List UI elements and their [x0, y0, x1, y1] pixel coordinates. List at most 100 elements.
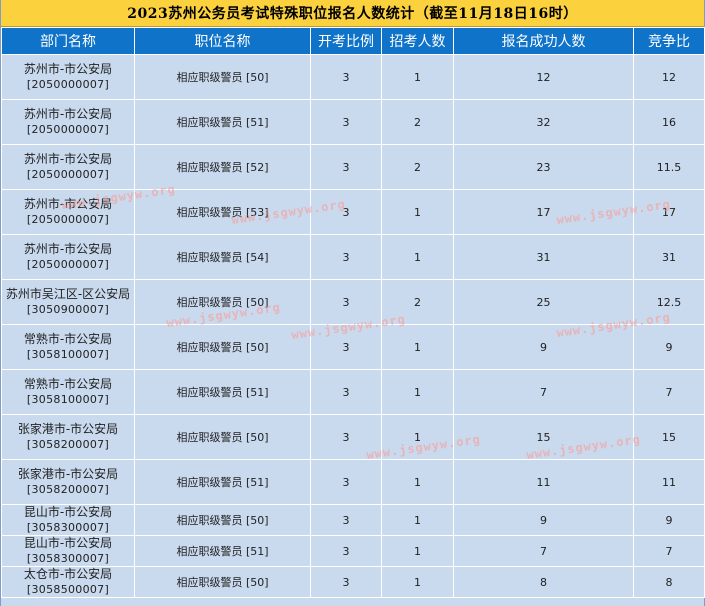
cell-competition-ratio[interactable]: 7 — [633, 369, 705, 415]
cell-exam-ratio[interactable]: 3 — [310, 324, 382, 370]
cell-position[interactable]: 相应职级警员 [50] — [134, 566, 311, 598]
cell-applicants[interactable]: 9 — [453, 504, 634, 536]
cell-recruit-count[interactable]: 2 — [381, 99, 454, 145]
cell-applicants[interactable]: 15 — [453, 414, 634, 460]
cell-exam-ratio[interactable]: 3 — [310, 189, 382, 235]
cell-applicants[interactable]: 11 — [453, 459, 634, 505]
cell-recruit-count[interactable]: 1 — [381, 234, 454, 280]
cell-competition-ratio[interactable]: 12 — [633, 54, 705, 100]
department-code: [3058100007] — [26, 393, 110, 406]
cell-department[interactable]: 苏州市-市公安局 [2050000007] — [1, 234, 135, 280]
cell-exam-ratio[interactable]: 3 — [310, 504, 382, 536]
cell-recruit-count[interactable]: 1 — [381, 414, 454, 460]
cell-position[interactable]: 相应职级警员 [50] — [134, 504, 311, 536]
cell-recruit-count[interactable]: 1 — [381, 566, 454, 598]
cell-position[interactable]: 相应职级警员 [54] — [134, 234, 311, 280]
cell-recruit-count[interactable]: 1 — [381, 535, 454, 567]
department-code: [2050000007] — [26, 123, 110, 136]
cell-competition-ratio[interactable]: 11 — [633, 459, 705, 505]
cell-position[interactable]: 相应职级警员 [51] — [134, 369, 311, 415]
cell-applicants[interactable]: 8 — [453, 566, 634, 598]
cell-department[interactable]: 太仓市-市公安局 [3058500007] — [1, 566, 135, 598]
cell-position[interactable]: 相应职级警员 [50] — [134, 414, 311, 460]
cell-competition-ratio[interactable]: 31 — [633, 234, 705, 280]
cell-competition-ratio[interactable]: 9 — [633, 504, 705, 536]
cell-exam-ratio[interactable]: 3 — [310, 414, 382, 460]
cell-competition-ratio[interactable]: 11.5 — [633, 144, 705, 190]
cell-applicants[interactable]: 17 — [453, 189, 634, 235]
header-competition-ratio[interactable]: 竞争比 — [633, 27, 705, 55]
cell-exam-ratio[interactable]: 3 — [310, 566, 382, 598]
cell-exam-ratio[interactable]: 3 — [310, 279, 382, 325]
cell-competition-ratio[interactable]: 16 — [633, 99, 705, 145]
cell-recruit-count[interactable]: 1 — [381, 459, 454, 505]
cell-position[interactable]: 相应职级警员 [51] — [134, 99, 311, 145]
department-code: [3050900007] — [26, 303, 110, 316]
cell-department[interactable]: 苏州市-市公安局 [2050000007] — [1, 99, 135, 145]
cell-competition-ratio[interactable]: 9 — [633, 324, 705, 370]
cell-recruit-count[interactable]: 1 — [381, 324, 454, 370]
table-row: 昆山市-市公安局 [3058300007] 相应职级警员 [50] 3 1 9 9 — [1, 504, 705, 536]
cell-competition-ratio[interactable]: 12.5 — [633, 279, 705, 325]
cell-applicants[interactable]: 7 — [453, 535, 634, 567]
department-name: 苏州市-市公安局 — [23, 242, 113, 256]
department-code: [3058300007] — [26, 552, 110, 565]
cell-exam-ratio[interactable]: 3 — [310, 234, 382, 280]
cell-competition-ratio[interactable]: 15 — [633, 414, 705, 460]
cell-department[interactable]: 张家港市-市公安局 [3058200007] — [1, 459, 135, 505]
department-name: 昆山市-市公安局 — [23, 505, 113, 519]
sheet-title: 2023苏州公务员考试特殊职位报名人数统计（截至11月18日16时） — [1, 0, 704, 27]
cell-exam-ratio[interactable]: 3 — [310, 535, 382, 567]
department-code: [3058300007] — [26, 521, 110, 534]
cell-position[interactable]: 相应职级警员 [53] — [134, 189, 311, 235]
header-position[interactable]: 职位名称 — [134, 27, 311, 55]
cell-exam-ratio[interactable]: 3 — [310, 459, 382, 505]
cell-applicants[interactable]: 7 — [453, 369, 634, 415]
cell-applicants[interactable]: 9 — [453, 324, 634, 370]
cell-competition-ratio[interactable]: 17 — [633, 189, 705, 235]
header-exam-ratio[interactable]: 开考比例 — [310, 27, 382, 55]
cell-applicants[interactable]: 32 — [453, 99, 634, 145]
department-name: 苏州市-市公安局 — [23, 62, 113, 76]
cell-recruit-count[interactable]: 1 — [381, 504, 454, 536]
cell-recruit-count[interactable]: 2 — [381, 279, 454, 325]
cell-position[interactable]: 相应职级警员 [51] — [134, 535, 311, 567]
cell-department[interactable]: 昆山市-市公安局 [3058300007] — [1, 535, 135, 567]
cell-department[interactable]: 苏州市-市公安局 [2050000007] — [1, 54, 135, 100]
cell-department[interactable]: 常熟市-市公安局 [3058100007] — [1, 369, 135, 415]
table-row: 太仓市-市公安局 [3058500007] 相应职级警员 [50] 3 1 8 8 — [1, 566, 705, 598]
header-recruit-count[interactable]: 招考人数 — [381, 27, 454, 55]
cell-department[interactable]: 苏州市吴江区-区公安局 [3050900007] — [1, 279, 135, 325]
cell-department[interactable]: 常熟市-市公安局 [3058100007] — [1, 324, 135, 370]
cell-exam-ratio[interactable]: 3 — [310, 369, 382, 415]
department-code: [3058100007] — [26, 348, 110, 361]
header-department[interactable]: 部门名称 — [1, 27, 135, 55]
cell-position[interactable]: 相应职级警员 [50] — [134, 54, 311, 100]
cell-competition-ratio[interactable]: 8 — [633, 566, 705, 598]
cell-position[interactable]: 相应职级警员 [50] — [134, 279, 311, 325]
department-name: 苏州市吴江区-区公安局 — [5, 287, 131, 301]
cell-department[interactable]: 张家港市-市公安局 [3058200007] — [1, 414, 135, 460]
cell-department[interactable]: 昆山市-市公安局 [3058300007] — [1, 504, 135, 536]
header-applicants[interactable]: 报名成功人数 — [453, 27, 634, 55]
cell-applicants[interactable]: 23 — [453, 144, 634, 190]
cell-recruit-count[interactable]: 1 — [381, 54, 454, 100]
cell-applicants[interactable]: 12 — [453, 54, 634, 100]
cell-recruit-count[interactable]: 2 — [381, 144, 454, 190]
cell-exam-ratio[interactable]: 3 — [310, 144, 382, 190]
cell-competition-ratio[interactable]: 7 — [633, 535, 705, 567]
cell-exam-ratio[interactable]: 3 — [310, 54, 382, 100]
cell-applicants[interactable]: 25 — [453, 279, 634, 325]
cell-exam-ratio[interactable]: 3 — [310, 99, 382, 145]
cell-position[interactable]: 相应职级警员 [51] — [134, 459, 311, 505]
cell-department[interactable]: 苏州市-市公安局 [2050000007] — [1, 189, 135, 235]
department-name: 太仓市-市公安局 — [23, 567, 113, 581]
cell-recruit-count[interactable]: 1 — [381, 369, 454, 415]
cell-position[interactable]: 相应职级警员 [50] — [134, 324, 311, 370]
cell-position[interactable]: 相应职级警员 [52] — [134, 144, 311, 190]
cell-department[interactable]: 苏州市-市公安局 [2050000007] — [1, 144, 135, 190]
cell-applicants[interactable]: 31 — [453, 234, 634, 280]
cell-recruit-count[interactable]: 1 — [381, 189, 454, 235]
department-code: [3058200007] — [26, 483, 110, 496]
table-row: 昆山市-市公安局 [3058300007] 相应职级警员 [51] 3 1 7 7 — [1, 535, 705, 567]
